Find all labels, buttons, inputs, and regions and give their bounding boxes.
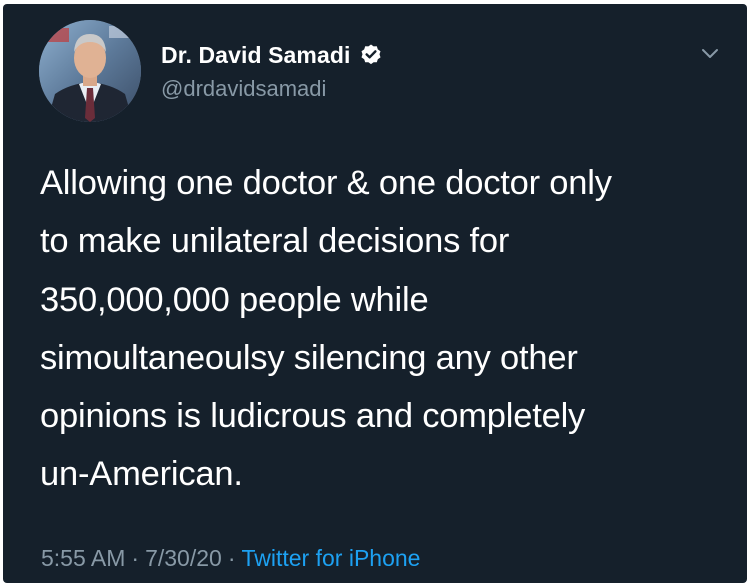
tweet-text: Allowing one doctor & one doctor only to… [40, 154, 730, 504]
tweet-text-line: simoultaneoulsy silencing any other [40, 338, 578, 377]
avatar[interactable] [39, 20, 141, 122]
tweet-text-line: Allowing one doctor & one doctor only [40, 164, 612, 202]
separator-dot: · [227, 544, 236, 571]
tweet-source-link[interactable]: Twitter for iPhone [241, 545, 420, 572]
chevron-down-icon[interactable] [697, 40, 723, 66]
author-handle[interactable]: @drdavidsamadi [161, 76, 326, 102]
tweet-text-line: to make unilateral decisions for [40, 222, 510, 261]
verified-badge-icon [361, 44, 381, 65]
profile-photo [39, 20, 141, 122]
tweet-text-line: 350,000,000 people while [40, 280, 429, 319]
tweet-card: Dr. David Samadi @drdavidsamadi Allowing… [3, 4, 747, 583]
author-name-row[interactable]: Dr. David Samadi [161, 40, 383, 70]
tweet-text-line: opinions is ludicrous and completely [40, 397, 586, 436]
tweet-metadata: 5:55 AM · 7/30/20 · Twitter for iPhone [41, 542, 420, 574]
separator-dot: · [131, 544, 140, 571]
tweet-text-line: un-American. [40, 455, 243, 494]
tweet-time[interactable]: 5:55 AM [41, 545, 125, 572]
display-name[interactable]: Dr. David Samadi [161, 42, 351, 69]
tweet-date[interactable]: 7/30/20 [145, 545, 222, 572]
